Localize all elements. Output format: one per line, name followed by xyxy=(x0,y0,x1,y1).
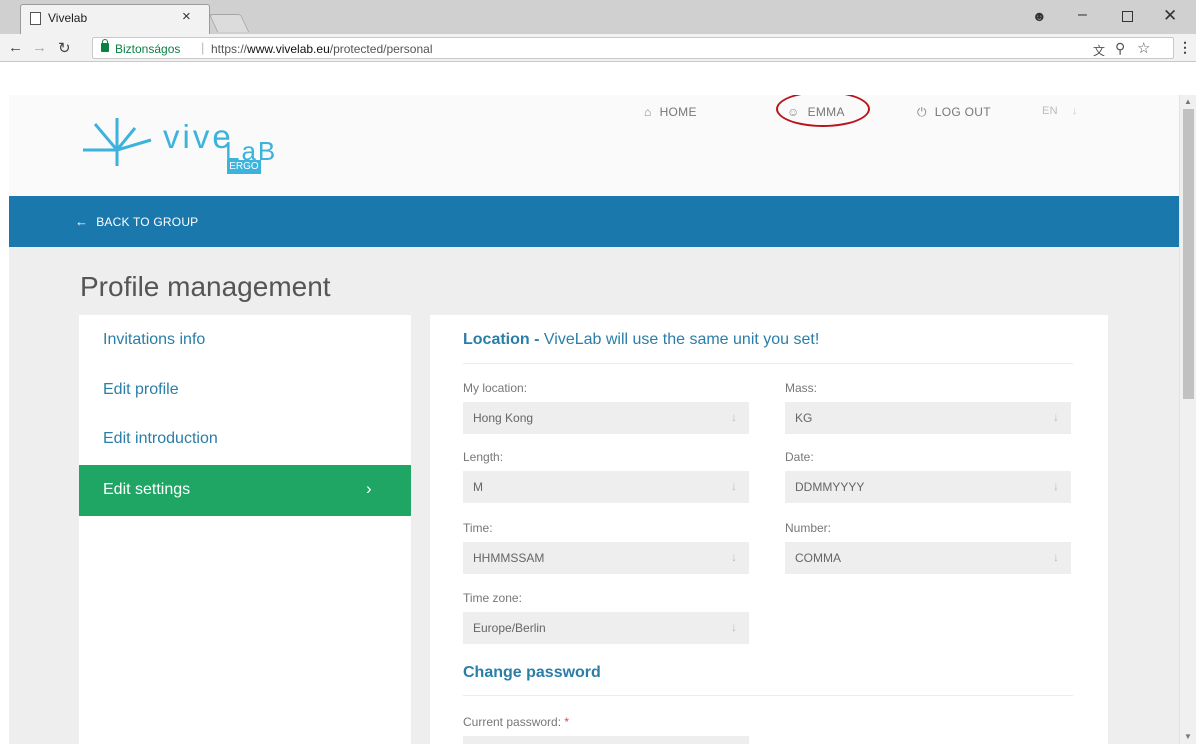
browser-toolbar: ← → ↻ Biztonságos | https://www.vivelab.… xyxy=(0,34,1196,62)
address-input[interactable]: Biztonságos | https://www.vivelab.eu/pro… xyxy=(92,37,1174,59)
scroll-thumb[interactable] xyxy=(1183,109,1194,399)
chevron-down-icon: ↓ xyxy=(1053,479,1059,493)
time-zone-value: Europe/Berlin xyxy=(473,621,546,635)
translate-icon[interactable]: 文 xyxy=(1093,42,1105,59)
chevron-down-icon: ↓ xyxy=(731,620,737,634)
page-scrollbar[interactable]: ▲ ▼ xyxy=(1179,95,1196,744)
my-location-select[interactable]: Hong Kong ↓ xyxy=(463,402,749,434)
my-location-value: Hong Kong xyxy=(473,411,534,425)
zoom-icon[interactable]: ⚲ xyxy=(1115,40,1125,57)
location-section-title: Location - ViveLab will use the same uni… xyxy=(463,331,820,348)
date-value: DDMMYYYY xyxy=(795,480,865,494)
time-zone-select[interactable]: Europe/Berlin ↓ xyxy=(463,612,749,644)
time-label: Time: xyxy=(463,521,493,535)
side-menu-edit-profile[interactable]: Edit profile xyxy=(103,381,179,399)
mass-value: KG xyxy=(795,411,813,425)
chevron-down-icon: ↓ xyxy=(1071,105,1078,117)
profile-side-menu: Invitations info Edit profile Edit intro… xyxy=(79,315,411,744)
back-to-group-label: BACK TO GROUP xyxy=(96,215,199,229)
mass-select[interactable]: KG ↓ xyxy=(785,402,1071,434)
arrow-left-icon: ← xyxy=(75,214,89,229)
nav-logout-label: LOG OUT xyxy=(934,105,991,119)
highlight-annotation xyxy=(776,95,870,127)
maximize-button[interactable] xyxy=(1122,11,1133,22)
new-tab-button[interactable] xyxy=(208,14,250,32)
number-value: COMMA xyxy=(795,551,841,565)
lock-icon xyxy=(101,39,109,52)
power-icon: ⏻ xyxy=(917,105,927,119)
mass-label: Mass: xyxy=(785,381,818,395)
required-mark: * xyxy=(564,715,570,729)
length-select[interactable]: M ↓ xyxy=(463,471,749,503)
date-label: Date: xyxy=(785,450,814,464)
time-select[interactable]: HHMMSSAM ↓ xyxy=(463,542,749,574)
section-divider xyxy=(463,695,1073,696)
sub-header-bar: ← BACK TO GROUP xyxy=(9,196,1179,247)
side-menu-invitations[interactable]: Invitations info xyxy=(103,331,205,349)
forward-arrow-icon[interactable]: → xyxy=(32,39,47,56)
number-select[interactable]: COMMA ↓ xyxy=(785,542,1071,574)
scroll-down-icon[interactable]: ▼ xyxy=(1184,732,1192,741)
chevron-down-icon: ↓ xyxy=(731,410,737,424)
tab-title[interactable]: Vivelab xyxy=(48,11,87,25)
length-value: M xyxy=(473,480,483,494)
logo-badge: ERGO xyxy=(227,160,261,174)
vivelab-logo[interactable]: vive LaB ERGO xyxy=(77,110,277,178)
time-value: HHMMSSAM xyxy=(473,551,545,565)
length-label: Length: xyxy=(463,450,504,464)
page-title: Profile management xyxy=(80,271,331,302)
chevron-down-icon: ↓ xyxy=(1053,410,1059,424)
language-label: EN xyxy=(1042,105,1058,117)
chevron-down-icon: ↓ xyxy=(1053,550,1059,564)
browser-menu-icon[interactable]: ⋮ xyxy=(1178,39,1192,56)
back-arrow-icon[interactable]: ← xyxy=(8,39,23,56)
current-password-label: Current password: * xyxy=(463,715,570,729)
settings-panel: Location - ViveLab will use the same uni… xyxy=(430,315,1108,744)
change-password-title: Change password xyxy=(463,664,601,681)
side-menu-edit-settings[interactable]: Edit settings › xyxy=(79,465,411,516)
chevron-down-icon: ↓ xyxy=(731,479,737,493)
secure-label: Biztonságos xyxy=(115,42,181,56)
page-viewport: vive LaB ERGO ⌂ HOME ☺ EMMA ⏻ LOG OUT EN ↓ ←… xyxy=(9,95,1179,744)
site-header: vive LaB ERGO ⌂ HOME ☺ EMMA ⏻ LOG OUT EN ↓ xyxy=(9,95,1179,196)
side-menu-edit-introduction[interactable]: Edit introduction xyxy=(103,430,218,448)
time-zone-label: Time zone: xyxy=(463,591,522,605)
scroll-up-icon[interactable]: ▲ xyxy=(1184,97,1192,106)
chevron-right-icon: › xyxy=(366,479,372,498)
page-icon xyxy=(30,12,41,25)
home-icon: ⌂ xyxy=(644,105,652,119)
chevron-down-icon: ↓ xyxy=(731,550,737,564)
current-password-input[interactable] xyxy=(463,736,749,744)
tab-close-icon[interactable]: × xyxy=(182,8,191,25)
bookmark-star-icon[interactable]: ☆ xyxy=(1137,39,1150,57)
my-location-label: My location: xyxy=(463,381,528,395)
number-label: Number: xyxy=(785,521,832,535)
url-text: https://www.vivelab.eu/protected/persona… xyxy=(211,42,433,56)
section-divider xyxy=(463,363,1073,364)
logo-text: vive xyxy=(163,118,234,155)
back-to-group-link[interactable]: ← BACK TO GROUP xyxy=(75,214,198,229)
logo-mark-icon xyxy=(83,118,152,166)
minimize-button[interactable]: – xyxy=(1078,6,1087,24)
nav-home-link[interactable]: ⌂ HOME xyxy=(644,105,697,119)
profile-icon[interactable]: ☻ xyxy=(1032,8,1047,24)
browser-titlebar: Vivelab × ☻ – ✕ xyxy=(0,0,1196,34)
side-menu-edit-settings-label: Edit settings xyxy=(103,481,191,498)
nav-home-label: HOME xyxy=(659,105,697,119)
date-select[interactable]: DDMMYYYY ↓ xyxy=(785,471,1071,503)
reload-icon[interactable]: ↻ xyxy=(58,39,71,57)
close-window-button[interactable]: ✕ xyxy=(1163,6,1177,26)
url-separator: | xyxy=(201,40,205,55)
nav-logout-link[interactable]: ⏻ LOG OUT xyxy=(917,105,991,120)
language-select[interactable]: EN ↓ xyxy=(1042,105,1078,117)
